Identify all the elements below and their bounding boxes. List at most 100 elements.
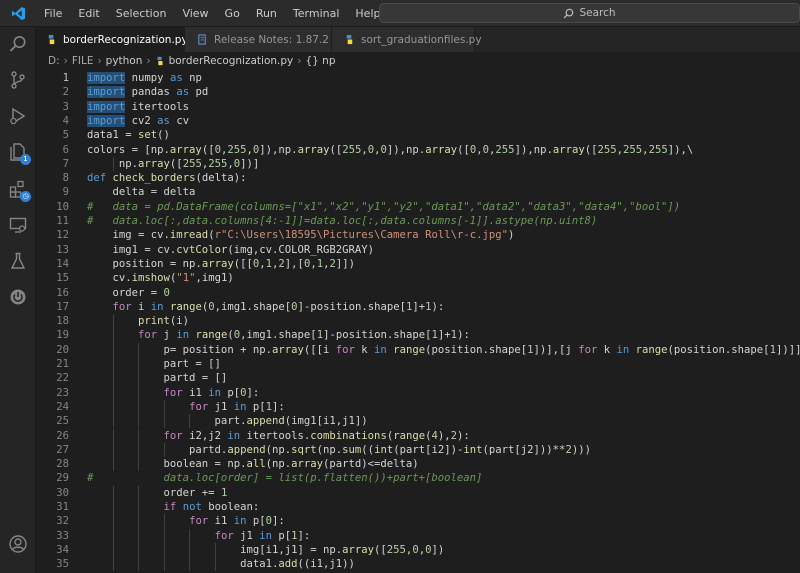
line-number: 1 [62, 72, 69, 84]
code-line[interactable]: 18 print(i) [36, 314, 800, 329]
code-line[interactable]: 15 cv.imshow("1",img1) [36, 271, 800, 285]
breadcrumb-folder-python[interactable]: python [106, 55, 143, 67]
code-line[interactable]: 23 for i1 in p[0]: [36, 385, 800, 400]
line-number: 30 [56, 486, 69, 499]
menu-terminal[interactable]: Terminal [285, 0, 348, 27]
menu-go[interactable]: Go [217, 0, 248, 27]
code-line[interactable]: 21 part = [] [36, 357, 800, 372]
code-line[interactable]: 5 data1 = set() [36, 128, 800, 142]
code-text: for i1 in p[0]: [189, 515, 285, 528]
code-line[interactable]: 34 img[i1,j1] = np.array([255,0,0]) [36, 542, 800, 558]
code-line[interactable]: 26 for i2,j2 in itertools.combinations(r… [36, 428, 800, 443]
line-number: 7 [62, 157, 69, 170]
code-line[interactable]: 17 for i in range(0,img1.shape[0]-positi… [36, 300, 800, 314]
line-number: 18 [56, 315, 69, 328]
code-line[interactable]: 6 colors = [np.array([0,255,0]),np.array(… [36, 143, 800, 157]
code-line[interactable]: 14 position = np.array([[0,1,2],[0,1,2]]… [36, 257, 800, 271]
run-debug-icon[interactable] [6, 104, 30, 128]
code-line[interactable]: 30 order += 1 [36, 485, 800, 500]
chevron-right-icon: › [297, 55, 302, 67]
line-number: 21 [56, 358, 69, 370]
menu-file[interactable]: File [36, 0, 70, 27]
code-line[interactable]: 22 partd = [] [36, 371, 800, 386]
code-text: part.append(img1[i1,j1]) [87, 415, 368, 428]
line-number: 2 [62, 86, 69, 99]
command-center-search[interactable]: Search [379, 3, 800, 23]
menu-edit[interactable]: Edit [70, 0, 107, 27]
tab-label: borderRecognization.py [63, 33, 188, 46]
code-editor[interactable]: 1 import numpy as np 2 import pandas as pd 3… [36, 70, 800, 573]
tab-label: Release Notes: 1.87.2 [214, 33, 329, 46]
tab-sort-graduationfiles[interactable]: sort_graduationfiles.py [332, 27, 482, 52]
code-text: print(i) [138, 315, 190, 328]
vscode-logo-icon[interactable] [0, 0, 36, 27]
code-line[interactable]: 31 if not boolean: [36, 500, 800, 515]
breadcrumb-folder-file[interactable]: FILE [72, 55, 94, 67]
line-number: 31 [56, 501, 69, 513]
code-line[interactable]: 29 # data.loc[order] = list(p.flatten())+… [36, 471, 800, 485]
menu-view[interactable]: View [174, 0, 216, 27]
line-number: 27 [56, 443, 69, 456]
line-number: 15 [56, 272, 69, 285]
code-line[interactable]: 1 import numpy as np [36, 71, 800, 85]
code-text: img = cv.imread(r"C:\Users\18595\Picture… [87, 229, 515, 242]
code-line[interactable]: 16 order = 0 [36, 286, 800, 300]
code-line[interactable]: 32 for i1 in p[0]: [36, 514, 800, 529]
code-line[interactable]: 7 np.array([255,255,0])] [36, 156, 800, 172]
search-label: Search [579, 7, 616, 19]
remote-explorer-icon[interactable] [6, 213, 30, 237]
line-number: 10 [56, 200, 69, 213]
breadcrumb-symbol[interactable]: {} np [305, 55, 335, 67]
line-number: 34 [56, 543, 69, 556]
code-text: order += 1 [87, 486, 228, 499]
line-number: 13 [56, 243, 69, 256]
line-number: 26 [56, 429, 69, 442]
menu-selection[interactable]: Selection [108, 0, 175, 27]
breadcrumb-drive[interactable]: D: [48, 55, 60, 67]
source-control-icon[interactable] [6, 68, 30, 92]
code-text: import itertools [87, 100, 190, 113]
code-line[interactable]: 12 img = cv.imread(r"C:\Users\18595\Pict… [36, 228, 800, 242]
explorer-files-icon[interactable]: 1 [6, 140, 31, 165]
line-number: 25 [56, 415, 69, 428]
code-line[interactable]: 2 import pandas as pd [36, 85, 800, 99]
activity-bar: 1 ◷ [0, 27, 36, 573]
code-text: delta = delta [87, 186, 196, 199]
explorer-badge: 1 [20, 154, 31, 165]
code-line[interactable]: 24 for j1 in p[1]: [36, 399, 800, 415]
menu-run[interactable]: Run [248, 0, 285, 27]
line-number: 28 [56, 458, 69, 471]
code-text: import pandas as pd [87, 86, 209, 99]
code-text: img[i1,j1] = np.array([255,0,0]) [87, 543, 445, 556]
explorer-search-icon[interactable] [6, 32, 30, 56]
power-icon[interactable] [6, 285, 30, 309]
code-line[interactable]: 33 for j1 in p[1]: [36, 528, 800, 543]
code-line[interactable]: 11 # data.loc[:,data.columns[4:-1]]=data.… [36, 214, 800, 228]
code-line[interactable]: 10 # data = pd.DataFrame(columns=["x1","x… [36, 200, 800, 214]
breadcrumb-file[interactable]: borderRecognization.py [169, 55, 294, 67]
code-text: part = [] [87, 358, 221, 370]
extensions-icon[interactable]: ◷ [6, 177, 31, 202]
code-line[interactable]: 19 for j in range(0,img1.shape[1]-positi… [36, 328, 800, 343]
code-line[interactable]: 20 p= position + np.array([[i for k in r… [36, 342, 800, 357]
code-text: position = np.array([[0,1,2],[0,1,2]]) [87, 257, 356, 270]
line-number: 12 [56, 229, 69, 242]
account-icon[interactable] [6, 532, 30, 556]
code-line[interactable]: 8 def check_borders(delta): [36, 171, 800, 185]
title-bar: File Edit Selection View Go Run Terminal… [0, 0, 800, 27]
code-line[interactable]: 13 img1 = cv.cvtColor(img,cv.COLOR_RGB2G… [36, 243, 800, 257]
testing-flask-icon[interactable] [6, 249, 30, 273]
code-line[interactable]: 35 data1.add((i1,j1)) [36, 557, 800, 572]
search-icon [564, 8, 574, 18]
tab-border-recognization[interactable]: borderRecognization.py × [36, 27, 207, 52]
tab-release-notes[interactable]: Release Notes: 1.87.2 [185, 27, 332, 52]
code-line[interactable]: 27 partd.append(np.sqrt(np.sum((int(part… [36, 442, 800, 458]
code-line[interactable]: 3 import itertools [36, 100, 800, 114]
code-line[interactable]: 28 boolean = np.all(np.array(partd)<=del… [36, 457, 800, 472]
line-number: 19 [56, 329, 69, 342]
code-line[interactable]: 25 part.append(img1[i1,j1]) [36, 414, 800, 429]
code-text: data1.add((i1,j1)) [87, 558, 355, 571]
code-line[interactable]: 4 import cv2 as cv [36, 114, 800, 128]
code-text: order = 0 [87, 286, 170, 299]
code-line[interactable]: 9 delta = delta [36, 185, 800, 199]
